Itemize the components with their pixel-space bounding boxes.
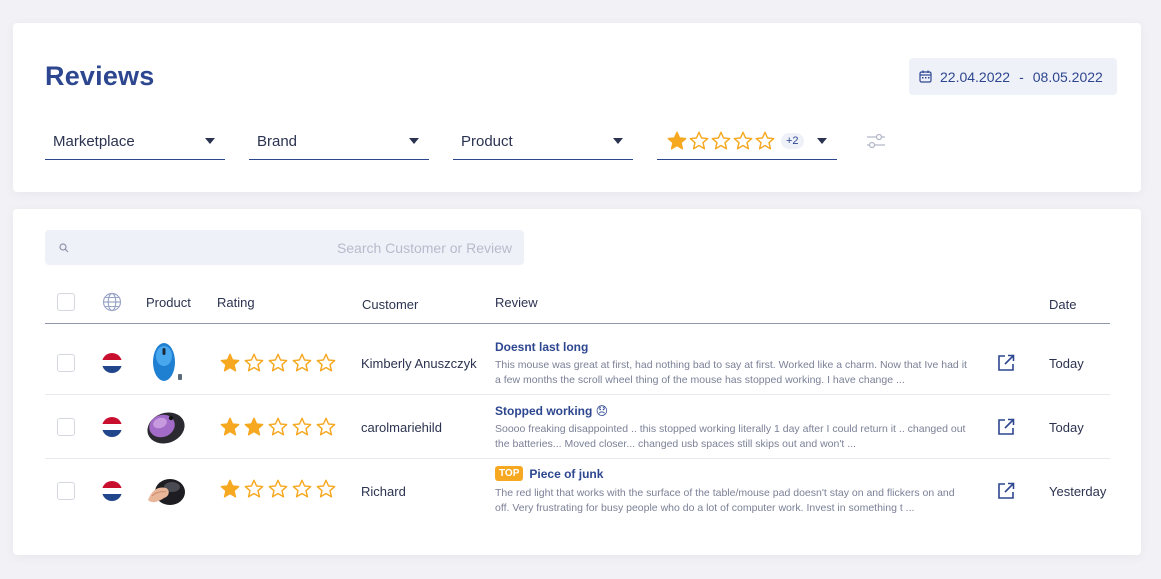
header-divider <box>45 323 1110 324</box>
review-date: Today <box>1049 420 1084 435</box>
rating-dropdown[interactable]: +2 <box>657 123 837 160</box>
date-range-picker[interactable]: 22.04.2022 - 08.05.2022 <box>909 58 1117 95</box>
product-label: Product <box>461 132 513 150</box>
reviews-table-card: Product Rating Customer Review Date Kimb… <box>13 209 1141 555</box>
date-from: 22.04.2022 <box>940 68 1011 85</box>
netherlands-flag-icon <box>102 481 122 501</box>
row-rating-stars <box>220 479 336 499</box>
star-filled-icon <box>220 353 240 372</box>
star-outline-icon <box>755 131 775 150</box>
star-filled-icon <box>667 131 687 150</box>
marketplace-label: Marketplace <box>53 132 135 150</box>
review-text: Soooo freaking disappointed .. this stop… <box>495 423 966 450</box>
netherlands-flag-icon <box>102 353 122 373</box>
review-text: This mouse was great at first, had nothi… <box>495 359 967 386</box>
chevron-down-icon <box>613 138 623 144</box>
filters-card: Reviews 22.04.2022 - 08.05.2022 Marketpl… <box>13 23 1141 192</box>
search-box[interactable] <box>45 230 524 265</box>
review-text: The red light that works with the surfac… <box>495 487 955 514</box>
review-date: Today <box>1049 356 1084 371</box>
chevron-down-icon <box>409 138 419 144</box>
rating-extra-badge: +2 <box>781 133 804 149</box>
star-filled-icon <box>220 479 240 498</box>
calendar-icon <box>919 70 932 83</box>
blue-mouse-image <box>153 343 182 381</box>
star-outline-icon <box>244 353 264 372</box>
globe-icon <box>102 292 122 317</box>
top-review-badge: TOP <box>495 466 524 481</box>
row-divider <box>45 394 1110 395</box>
select-all-checkbox[interactable] <box>57 293 75 311</box>
star-filled-icon <box>220 417 240 436</box>
star-outline-icon <box>268 417 288 436</box>
date-separator: - <box>1019 68 1024 85</box>
chevron-down-icon <box>205 138 215 144</box>
star-outline-icon <box>316 417 336 436</box>
review-title-text: Doesnt last long <box>495 340 589 354</box>
column-header-review[interactable]: Review <box>495 295 538 310</box>
brand-dropdown[interactable]: Brand <box>249 123 429 160</box>
purple-mouse-image <box>147 412 185 444</box>
star-outline-icon <box>316 353 336 372</box>
star-filled-icon <box>244 417 264 436</box>
row-rating-stars <box>220 353 336 373</box>
column-header-customer[interactable]: Customer <box>362 297 418 312</box>
search-icon <box>59 242 69 253</box>
star-outline-icon <box>689 131 709 150</box>
search-input[interactable] <box>69 239 524 256</box>
external-link-icon[interactable] <box>997 418 1015 436</box>
marketplace-dropdown[interactable]: Marketplace <box>45 123 225 160</box>
row-checkbox[interactable] <box>57 354 75 372</box>
column-header-date[interactable]: Date <box>1049 297 1076 312</box>
customer-name[interactable]: Kimberly Anuszczyk <box>361 356 477 371</box>
star-outline-icon <box>292 417 312 436</box>
row-checkbox[interactable] <box>57 482 75 500</box>
star-outline-icon <box>733 131 753 150</box>
row-divider <box>45 458 1110 459</box>
product-dropdown[interactable]: Product <box>453 123 633 160</box>
star-outline-icon <box>316 479 336 498</box>
review-title[interactable]: Doesnt last long <box>495 340 588 354</box>
rating-filter-stars: +2 <box>667 131 804 151</box>
filter-settings-icon[interactable] <box>865 131 887 156</box>
star-outline-icon <box>268 479 288 498</box>
review-title-text: Stopped working 😞 <box>495 404 609 418</box>
date-to: 08.05.2022 <box>1032 68 1103 85</box>
star-outline-icon <box>292 353 312 372</box>
customer-name[interactable]: carolmariehild <box>361 420 442 435</box>
review-title[interactable]: TOP Piece of junk <box>495 466 603 481</box>
star-outline-icon <box>244 479 264 498</box>
review-title-text: Piece of junk <box>529 466 604 481</box>
column-header-rating[interactable]: Rating <box>217 295 255 310</box>
star-outline-icon <box>268 353 288 372</box>
external-link-icon[interactable] <box>997 354 1015 372</box>
brand-label: Brand <box>257 132 298 150</box>
review-date: Yesterday <box>1049 484 1107 499</box>
column-header-product[interactable]: Product <box>146 295 191 310</box>
netherlands-flag-icon <box>102 417 122 437</box>
star-outline-icon <box>292 479 312 498</box>
review-title[interactable]: Stopped working 😞 <box>495 404 608 418</box>
chevron-down-icon <box>817 138 827 144</box>
star-outline-icon <box>711 131 731 150</box>
row-checkbox[interactable] <box>57 418 75 436</box>
hand-on-mouse-image <box>148 479 185 505</box>
external-link-icon[interactable] <box>997 482 1015 500</box>
page-title: Reviews <box>45 61 155 91</box>
row-rating-stars <box>220 417 336 437</box>
customer-name[interactable]: Richard <box>361 484 406 499</box>
